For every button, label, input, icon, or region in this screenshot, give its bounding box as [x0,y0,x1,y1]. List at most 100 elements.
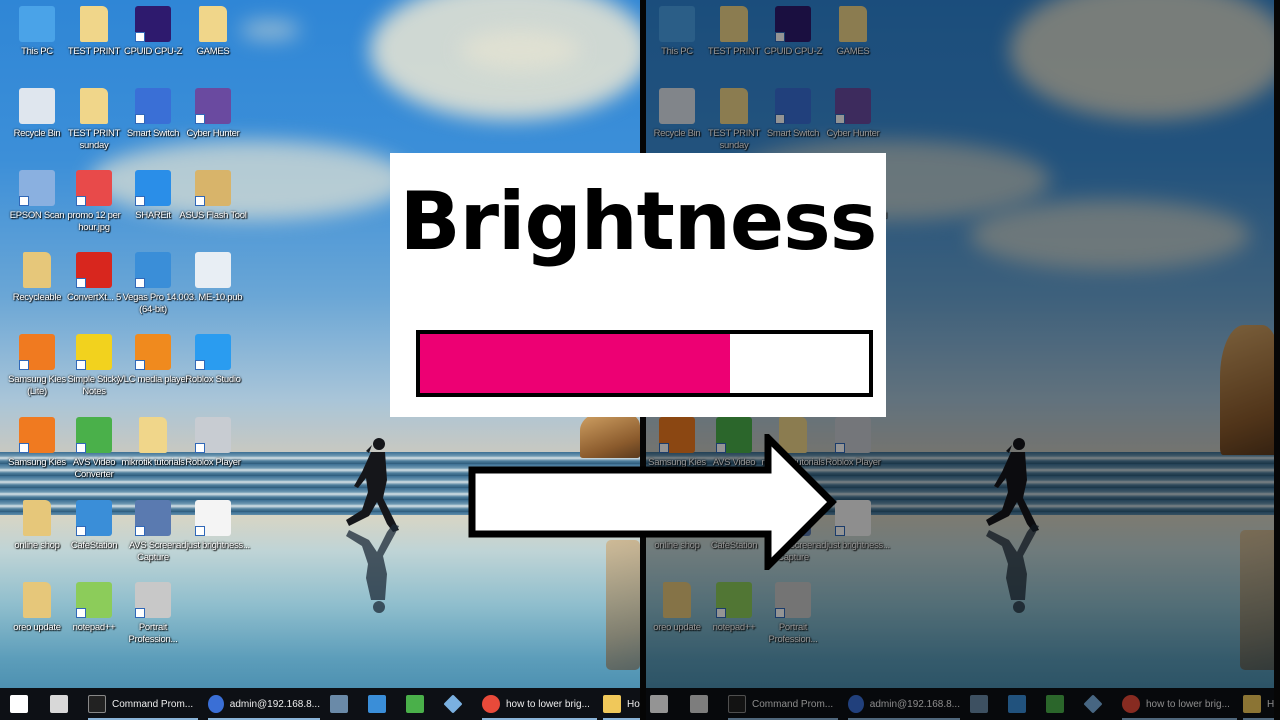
taskbar: Command Prom... admin@192.168.8... how to … [0,688,640,720]
publisher-file-icon [195,252,231,288]
desktop-icon[interactable]: ASUS Flash Tool [174,170,252,222]
folder-icon [23,500,51,536]
shortcut-arrow-icon [76,443,86,453]
folder-icon [199,6,227,42]
desktop-icon[interactable]: Cyber Hunter [814,88,892,140]
cpu-icon [135,6,171,42]
desktop-icon-label: Cyber Hunter [826,128,880,139]
shortcut-arrow-icon [135,526,145,536]
right-arrow-icon [468,434,837,570]
desktop-icon-label: 03. ME-10.pub [183,292,243,303]
remote-desktop-icon [368,695,386,713]
cafestation-icon [76,500,112,536]
desktop-icon[interactable]: Roblox Studio [174,334,252,386]
chrome-icon [482,695,500,713]
folder-icon [720,6,748,42]
folder-icon [23,582,51,618]
remote-desktop-icon [1008,695,1026,713]
folder-icon [23,252,51,288]
cpu-icon [775,6,811,42]
scanner-icon [19,170,55,206]
taskbar-item[interactable]: Ho [1243,688,1274,720]
desktop-icon[interactable]: Roblox Player [174,417,252,469]
desktop-icon-label: adjust brightness... [176,540,250,551]
network-settings-icon [970,695,988,713]
taskbar: Command Prom... admin@192.168.8... how to … [646,688,1274,720]
command-prompt-icon [728,695,746,713]
taskbar-item[interactable] [1083,688,1103,720]
taskbar-item-label: how to lower brig... [506,698,590,710]
shortcut-arrow-icon [135,32,145,42]
folder-icon [663,582,691,618]
taskbar-item[interactable]: how to lower brig... [482,688,597,720]
recycle-bin-icon [659,88,695,124]
taskbar-item[interactable] [330,688,348,720]
desktop-icon[interactable]: adjust brightness... [174,500,252,552]
notepad-plus-icon [76,582,112,618]
desktop-icon-label: Roblox Player [185,457,241,468]
taskbar-item-label: Ho [1267,698,1274,710]
desktop-icon[interactable]: GAMES [814,6,892,58]
notepad-plus-icon [716,582,752,618]
taskbar-item[interactable] [368,688,386,720]
taskbar-item-label: Ho [627,698,640,710]
roblox-player-icon [195,417,231,453]
shortcut-arrow-icon [135,360,145,370]
shortcut-arrow-icon [135,608,145,618]
file-explorer-icon [1243,695,1261,713]
shortcut-arrow-icon [19,360,29,370]
shortcut-arrow-icon [135,278,145,288]
taskbar-item[interactable]: Command Prom... [728,688,838,720]
diamond-app-icon [443,694,463,714]
shortcut-arrow-icon [195,114,205,124]
calculator-icon [690,695,708,713]
brightness-card: Brightness [390,153,886,417]
sticky-note-icon [76,334,112,370]
shortcut-arrow-icon [716,608,726,618]
shortcut-arrow-icon [775,32,785,42]
video-file-icon [835,500,871,536]
desktop-icon[interactable]: Portrait Profession... [754,582,832,646]
desktop-icon-label: GAMES [836,46,870,57]
taskbar-item[interactable] [406,688,424,720]
desktop-icon-label: Portrait Profession... [128,622,178,645]
desktop-icon[interactable]: Cyber Hunter [174,88,252,140]
windows-start-icon [10,695,28,713]
desktop-icon[interactable]: 03. ME-10.pub [174,252,252,304]
right-edge-border [1274,0,1280,720]
taskbar-item[interactable] [50,688,68,720]
network-settings-icon [330,695,348,713]
diamond-app-icon [1083,694,1103,714]
desktop-icon[interactable]: GAMES [174,6,252,58]
winbox-icon [208,695,224,713]
taskbar-item[interactable] [1046,688,1064,720]
game-icon [835,88,871,124]
monitor-icon [659,6,695,42]
taskbar-item[interactable]: admin@192.168.8... [848,688,960,720]
game-icon [195,88,231,124]
taskbar-item[interactable] [970,688,988,720]
taskbar-item[interactable] [10,688,28,720]
folder-icon [80,6,108,42]
desktop-icon[interactable]: Portrait Profession... [114,582,192,646]
calculator-icon [50,695,68,713]
folder-icon [839,6,867,42]
taskbar-item[interactable]: Command Prom... [88,688,198,720]
folder-icon [720,88,748,124]
taskbar-item[interactable] [1008,688,1026,720]
taskbar-item[interactable] [650,688,668,720]
shortcut-arrow-icon [76,278,86,288]
windows-start-icon [650,695,668,713]
excel-icon [1046,695,1064,713]
taskbar-item[interactable] [690,688,708,720]
shortcut-arrow-icon [775,114,785,124]
screen-capture-icon [135,500,171,536]
shortcut-arrow-icon [135,114,145,124]
file-explorer-icon [603,695,621,713]
taskbar-item[interactable]: admin@192.168.8... [208,688,320,720]
brightness-bar[interactable] [416,330,873,397]
shortcut-arrow-icon [835,114,845,124]
taskbar-item[interactable] [443,688,463,720]
taskbar-item[interactable]: how to lower brig... [1122,688,1237,720]
taskbar-item[interactable]: Ho [603,688,640,720]
